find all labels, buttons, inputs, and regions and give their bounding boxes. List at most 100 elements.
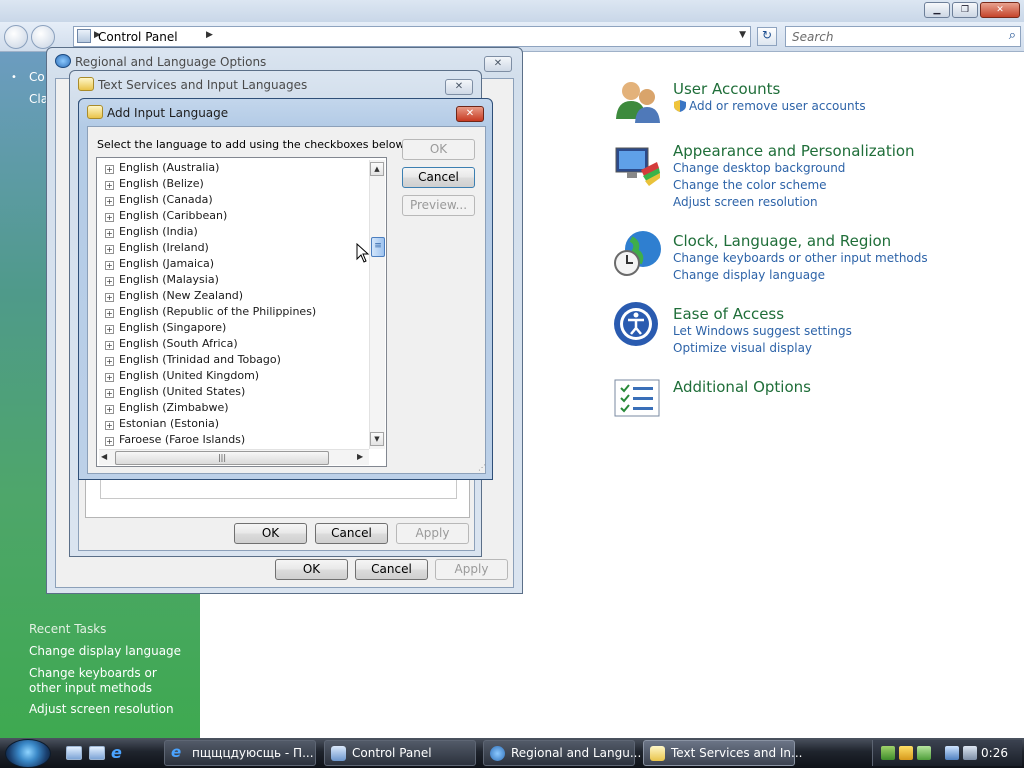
category-link[interactable]: Change display language <box>673 268 825 282</box>
close-icon[interactable]: ✕ <box>456 106 484 122</box>
list-item[interactable]: + English (New Zealand) <box>105 289 243 305</box>
minimize-button[interactable]: ▁ <box>924 2 950 18</box>
list-item[interactable]: + Estonian (Estonia) <box>105 417 219 433</box>
expand-plus-icon[interactable]: + <box>105 325 114 334</box>
list-item[interactable]: + English (Canada) <box>105 193 213 209</box>
expand-plus-icon[interactable]: + <box>105 245 114 254</box>
category-title[interactable]: Ease of Access <box>673 305 784 323</box>
list-item[interactable]: + English (Australia) <box>105 161 219 177</box>
cancel-button[interactable]: Cancel <box>315 523 388 544</box>
list-item[interactable]: + English (Singapore) <box>105 321 226 337</box>
expand-plus-icon[interactable]: + <box>105 165 114 174</box>
cancel-button[interactable]: Cancel <box>355 559 428 580</box>
ok-button[interactable]: OK <box>402 139 475 160</box>
back-button[interactable] <box>4 25 28 49</box>
taskbar-item[interactable]: Control Panel <box>324 740 476 766</box>
resize-grip-icon[interactable]: ⋰ <box>478 463 486 472</box>
language-tree-list[interactable]: + English (Australia) + English (Belize) +… <box>96 157 387 467</box>
taskbar-item-active[interactable]: Text Services and In... <box>643 740 802 766</box>
expand-plus-icon[interactable]: + <box>105 261 114 270</box>
network-sync-icon[interactable] <box>881 746 895 760</box>
network-icon[interactable] <box>945 746 959 760</box>
list-item[interactable]: + English (Belize) <box>105 177 204 193</box>
list-item[interactable]: + English (South Africa) <box>105 337 238 353</box>
close-icon[interactable]: ✕ <box>445 79 473 95</box>
scroll-left-icon[interactable]: ◀ <box>101 452 107 461</box>
security-shield-icon[interactable] <box>899 746 913 760</box>
category-title[interactable]: User Accounts <box>673 80 780 98</box>
list-item[interactable]: + English (Jamaica) <box>105 257 214 273</box>
refresh-button[interactable]: ↻ <box>757 27 777 46</box>
taskbar-item[interactable]: Regional and Langu... <box>483 740 641 766</box>
expand-plus-icon[interactable]: + <box>105 341 114 350</box>
internet-explorer-icon[interactable]: e <box>111 743 122 762</box>
list-item[interactable]: + English (Zimbabwe) <box>105 401 229 417</box>
expand-plus-icon[interactable]: + <box>105 357 114 366</box>
expand-plus-icon[interactable]: + <box>105 421 114 430</box>
category-link[interactable]: Change the color scheme <box>673 178 827 192</box>
sidebar-icon[interactable] <box>917 746 931 760</box>
list-item[interactable]: + English (Ireland) <box>105 241 209 257</box>
category-title[interactable]: Appearance and Personalization <box>673 142 915 160</box>
expand-plus-icon[interactable]: + <box>105 229 114 238</box>
recent-task-link[interactable]: Adjust screen resolution <box>29 702 174 716</box>
search-input[interactable]: Search ⌕ <box>785 26 1021 47</box>
breadcrumb-control-panel[interactable]: Control Panel <box>98 30 178 44</box>
breadcrumb-arrow-icon[interactable]: ▶ <box>206 30 213 40</box>
search-icon[interactable]: ⌕ <box>1009 28 1016 43</box>
expand-plus-icon[interactable]: + <box>105 309 114 318</box>
ok-button[interactable]: OK <box>275 559 348 580</box>
apply-button[interactable]: Apply <box>435 559 508 580</box>
forward-button[interactable] <box>31 25 55 49</box>
category-link[interactable]: Change keyboards or other input methods <box>673 251 928 265</box>
expand-plus-icon[interactable]: + <box>105 181 114 190</box>
recent-task-link[interactable]: Change keyboards or other input methods <box>29 666 189 696</box>
expand-plus-icon[interactable]: + <box>105 197 114 206</box>
ok-button[interactable]: OK <box>234 523 307 544</box>
category-link[interactable]: Let Windows suggest settings <box>673 324 852 338</box>
show-desktop-icon[interactable] <box>66 746 82 760</box>
category-title[interactable]: Clock, Language, and Region <box>673 232 891 250</box>
expand-plus-icon[interactable]: + <box>105 389 114 398</box>
chevron-down-icon[interactable]: ▼ <box>739 30 746 40</box>
expand-plus-icon[interactable]: + <box>105 405 114 414</box>
category-link[interactable]: Change desktop background <box>673 161 845 175</box>
expand-plus-icon[interactable]: + <box>105 213 114 222</box>
category-link[interactable]: Add or remove user accounts <box>689 99 866 113</box>
list-item[interactable]: + English (United States) <box>105 385 245 401</box>
list-item[interactable]: + English (Republic of the Philippines) <box>105 305 316 321</box>
cancel-button[interactable]: Cancel <box>402 167 475 188</box>
scroll-thumb-horizontal[interactable]: ||| <box>115 451 329 465</box>
close-button[interactable]: ✕ <box>980 2 1020 18</box>
vertical-scrollbar[interactable]: ▲ ≡ ▼ <box>369 160 385 449</box>
switch-windows-icon[interactable] <box>89 746 105 760</box>
expand-plus-icon[interactable]: + <box>105 437 114 446</box>
category-title[interactable]: Additional Options <box>673 378 811 396</box>
maximize-button[interactable]: ❐ <box>952 2 978 18</box>
scroll-right-icon[interactable]: ▶ <box>357 452 363 461</box>
list-item[interactable]: + English (Trinidad and Tobago) <box>105 353 281 369</box>
apply-button[interactable]: Apply <box>396 523 469 544</box>
start-button[interactable] <box>5 739 51 768</box>
scroll-down-icon[interactable]: ▼ <box>370 432 384 446</box>
horizontal-scrollbar[interactable]: ◀ ||| ▶ <box>99 449 369 465</box>
preview-button[interactable]: Preview... <box>402 195 475 216</box>
category-link[interactable]: Optimize visual display <box>673 341 812 355</box>
scroll-thumb[interactable]: ≡ <box>371 237 385 257</box>
scroll-up-icon[interactable]: ▲ <box>370 162 384 176</box>
clock[interactable]: 0:26 <box>981 746 1008 760</box>
list-item[interactable]: + English (Malaysia) <box>105 273 219 289</box>
category-link[interactable]: Adjust screen resolution <box>673 195 818 209</box>
recent-task-link[interactable]: Change display language <box>29 644 181 658</box>
list-item[interactable]: + English (United Kingdom) <box>105 369 259 385</box>
taskbar-item[interactable]: e пщщцдуюсщь - П... <box>164 740 316 766</box>
left-nav-link-home[interactable]: Co <box>29 70 45 84</box>
expand-plus-icon[interactable]: + <box>105 277 114 286</box>
close-icon[interactable]: ✕ <box>484 56 512 72</box>
expand-plus-icon[interactable]: + <box>105 293 114 302</box>
list-item[interactable]: + English (Caribbean) <box>105 209 227 225</box>
list-item[interactable]: + English (India) <box>105 225 198 241</box>
expand-plus-icon[interactable]: + <box>105 373 114 382</box>
address-bar[interactable]: ▶ Control Panel ▶ ▼ <box>73 26 751 47</box>
list-item[interactable]: + Faroese (Faroe Islands) <box>105 433 245 449</box>
